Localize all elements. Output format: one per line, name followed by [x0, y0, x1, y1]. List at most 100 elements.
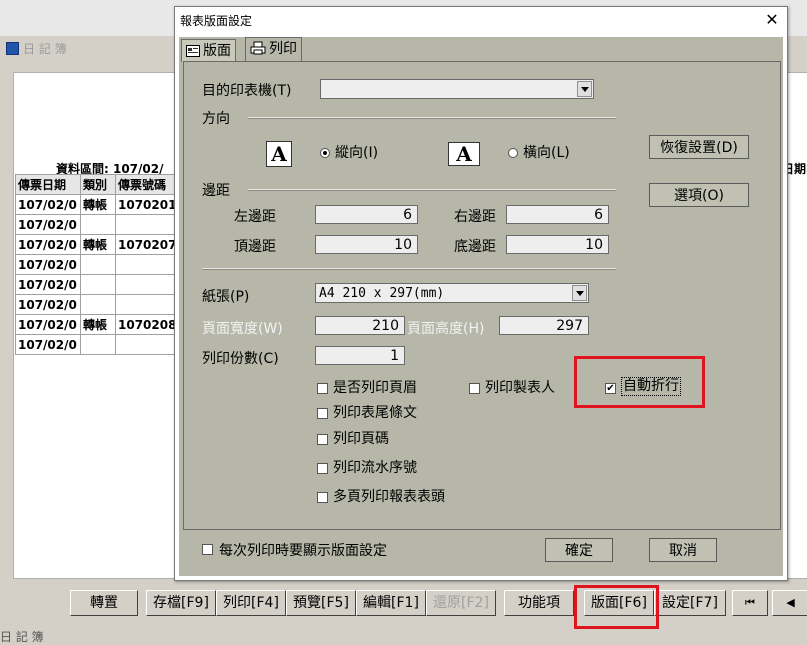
cell-date[interactable]: 107/02/0: [15, 334, 81, 355]
transfer-button[interactable]: 轉置: [70, 590, 138, 616]
page-width-input[interactable]: 210: [315, 316, 405, 335]
portrait-radio[interactable]: [320, 148, 330, 158]
ok-button[interactable]: 確定: [545, 538, 613, 562]
margins-bottom-separator: [202, 268, 616, 270]
print-header-checkbox[interactable]: [317, 383, 328, 394]
copies-label: 列印份數(C): [202, 351, 279, 367]
functions-button[interactable]: 功能項: [504, 590, 574, 616]
table-row[interactable]: 107/02/0: [15, 294, 197, 315]
cell-type[interactable]: [80, 274, 116, 295]
cell-type[interactable]: 轉帳: [80, 194, 116, 215]
portrait-label[interactable]: 縱向(I): [335, 142, 378, 162]
margins-label: 邊距: [202, 183, 230, 199]
close-icon[interactable]: ✕: [763, 11, 781, 29]
highlight-auto-wrap: [574, 356, 705, 408]
cell-type[interactable]: [80, 294, 116, 315]
printer-label: 目的印表機(T): [202, 83, 292, 99]
print-tab-panel: 目的印表機(T) 方向 A 縱向(I) A 橫向(L) 邊距 左邊距 6 右邊距…: [183, 61, 781, 530]
landscape-radio[interactable]: [508, 148, 518, 158]
background-window-title: 日 記 簿: [6, 40, 67, 58]
show-each-time-checkbox[interactable]: [202, 544, 213, 555]
print-serial-label[interactable]: 列印流水序號: [333, 457, 417, 477]
print-footer-label[interactable]: 列印表尾條文: [333, 402, 417, 422]
options-button[interactable]: 選項(O): [649, 183, 749, 207]
print-button[interactable]: 列印[F4]: [216, 590, 286, 616]
chevron-down-icon[interactable]: [572, 285, 587, 301]
print-footer-checkbox[interactable]: [317, 408, 328, 419]
cell-date[interactable]: 107/02/0: [15, 314, 81, 335]
bottom-margin-input[interactable]: 10: [506, 235, 609, 254]
print-maker-checkbox[interactable]: [469, 383, 480, 394]
print-maker-label[interactable]: 列印製表人: [485, 377, 555, 397]
tab-print[interactable]: 列印: [245, 37, 302, 62]
page-height-label: 頁面高度(H): [407, 321, 485, 337]
cell-type[interactable]: 轉帳: [80, 314, 116, 335]
print-page-no-checkbox[interactable]: [317, 434, 328, 445]
background-title-text: 日 記 簿: [23, 42, 67, 56]
table-row[interactable]: 107/02/0: [15, 274, 197, 295]
orientation-separator: [248, 117, 616, 119]
table-row[interactable]: 107/02/0 轉帳 107020800: [15, 314, 197, 335]
bottom-margin-label: 底邊距: [454, 239, 496, 255]
cell-date[interactable]: 107/02/0: [15, 234, 81, 255]
table-row[interactable]: 107/02/0: [15, 254, 197, 275]
cell-date[interactable]: 107/02/0: [15, 274, 81, 295]
save-button[interactable]: 存檔[F9]: [146, 590, 216, 616]
top-margin-label: 頂邊距: [234, 239, 276, 255]
highlight-layout-button: [574, 585, 659, 629]
restore-defaults-button[interactable]: 恢復設置(D): [649, 135, 749, 159]
top-margin-input[interactable]: 10: [315, 235, 418, 254]
cell-date[interactable]: 107/02/0: [15, 214, 81, 235]
landscape-icon: A: [448, 142, 480, 166]
preview-button[interactable]: 預覽[F5]: [286, 590, 356, 616]
cell-type[interactable]: [80, 254, 116, 275]
print-serial-checkbox[interactable]: [317, 463, 328, 474]
restore-button[interactable]: 還原[F2]: [426, 590, 496, 616]
cell-date[interactable]: 107/02/0: [15, 194, 81, 215]
show-each-time-label[interactable]: 每次列印時要顯示版面設定: [219, 540, 387, 560]
print-page-no-label[interactable]: 列印頁碼: [333, 428, 389, 448]
cell-type[interactable]: 轉帳: [80, 234, 116, 255]
chevron-down-icon[interactable]: [577, 81, 592, 97]
col-header-date[interactable]: 傳票日期: [15, 174, 81, 195]
paper-select-value: A4 210 x 297(mm): [319, 286, 445, 301]
edit-button[interactable]: 編輯[F1]: [356, 590, 426, 616]
table-row[interactable]: 107/02/0: [15, 214, 197, 235]
right-margin-label: 右邊距: [454, 209, 496, 225]
cell-type[interactable]: [80, 214, 116, 235]
table-row[interactable]: 107/02/0: [15, 334, 197, 355]
cancel-button[interactable]: 取消: [649, 538, 717, 562]
tab-layout[interactable]: 版面: [181, 39, 236, 62]
paper-label: 紙張(P): [202, 289, 250, 305]
cell-type[interactable]: [80, 334, 116, 355]
printer-select[interactable]: [320, 79, 594, 99]
table-header-row: 傳票日期 類別 傳票號碼: [15, 174, 197, 195]
table-row[interactable]: 107/02/0 轉帳 107020100: [15, 194, 197, 215]
page-width-label: 頁面寬度(W): [202, 321, 283, 337]
settings-button[interactable]: 設定[F7]: [654, 590, 726, 616]
print-header-label[interactable]: 是否列印頁眉: [333, 377, 417, 397]
printer-tab-icon: [250, 40, 266, 62]
prev-page-button[interactable]: ◀: [772, 590, 807, 616]
bottom-toolbar: 轉置 存檔[F9] 列印[F4] 預覽[F5] 編輯[F1] 還原[F2] 功能…: [0, 590, 807, 618]
col-header-type[interactable]: 類別: [80, 174, 116, 195]
table-row[interactable]: 107/02/0 轉帳 107020700: [15, 234, 197, 255]
orientation-label: 方向: [202, 111, 230, 127]
left-margin-input[interactable]: 6: [315, 205, 418, 224]
dialog-title: 報表版面設定: [180, 14, 253, 28]
left-margin-label: 左邊距: [234, 209, 276, 225]
first-page-button[interactable]: ⏮: [732, 590, 768, 616]
tab-layout-label: 版面: [203, 43, 231, 59]
copies-input[interactable]: 1: [315, 346, 405, 365]
portrait-icon: A: [266, 141, 292, 167]
page-height-input[interactable]: 297: [499, 316, 589, 335]
cell-date[interactable]: 107/02/0: [15, 254, 81, 275]
multi-page-header-checkbox[interactable]: [317, 492, 328, 503]
status-bar-text: 日 記 簿: [0, 630, 44, 644]
right-margin-input[interactable]: 6: [506, 205, 609, 224]
cell-date[interactable]: 107/02/0: [15, 294, 81, 315]
landscape-label[interactable]: 橫向(L): [523, 142, 570, 162]
paper-select[interactable]: A4 210 x 297(mm): [315, 283, 589, 303]
multi-page-header-label[interactable]: 多頁列印報表表頭: [333, 486, 445, 506]
page-setup-dialog: 報表版面設定 ✕ 版面 列印 目的印表機(T) 方向 A 縱向(I) A 橫向(…: [174, 6, 788, 581]
